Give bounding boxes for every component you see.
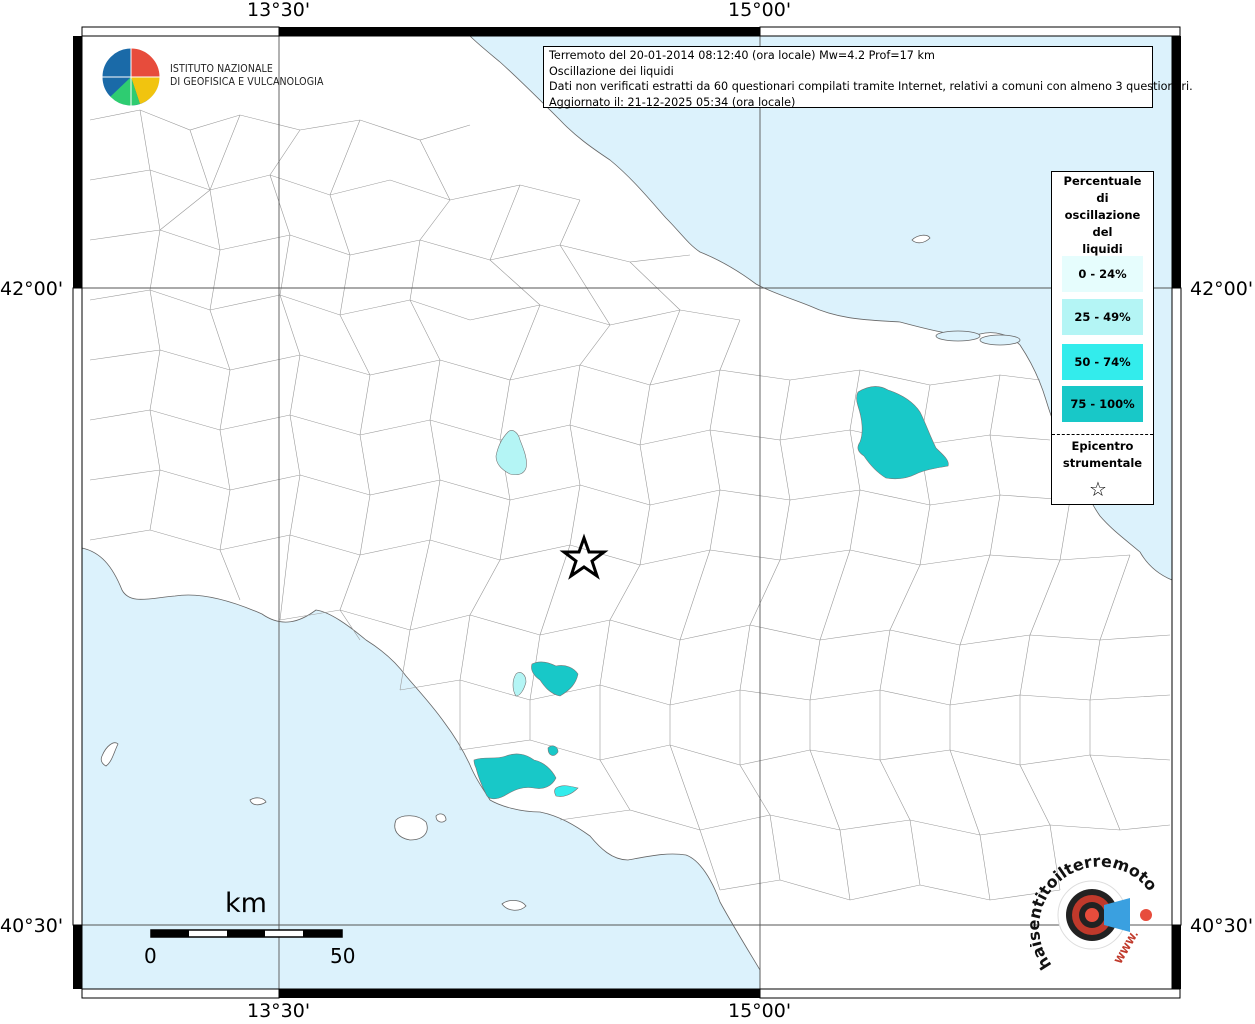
legend-title-line: del bbox=[1092, 225, 1113, 239]
haisentito-logo: haisentitoilterremoto.it WWW. bbox=[1030, 850, 1161, 973]
latitude-label: 40°30' bbox=[1190, 915, 1254, 937]
haisentito-www: WWW. bbox=[1114, 929, 1142, 966]
longitude-label: 15°00' bbox=[728, 0, 792, 21]
update-timestamp: Aggiornato il: 21-12-2025 05:34 (ora loc… bbox=[549, 95, 796, 109]
haisentito-text: haisentitoilterremoto.it bbox=[1030, 850, 1161, 973]
ingv-globe-icon bbox=[101, 47, 161, 107]
legend: Percentuale di oscillazione del liquidi … bbox=[1051, 171, 1154, 505]
municipality-class-75-100 bbox=[547, 745, 559, 756]
longitude-label: 15°00' bbox=[728, 1000, 792, 1022]
legend-title-line: oscillazione bbox=[1064, 208, 1141, 222]
ingv-line2: DI GEOFISICA E VULCANOLOGIA bbox=[170, 76, 324, 88]
legend-class-50-74: 50 - 74% bbox=[1062, 344, 1143, 380]
legend-title-line: di bbox=[1096, 191, 1109, 205]
scale-max: 50 bbox=[330, 944, 356, 968]
scale-bar bbox=[150, 929, 343, 938]
legend-epicenter-line2: strumentale bbox=[1062, 456, 1143, 470]
island-procida bbox=[435, 813, 447, 823]
latitude-label: 42°00' bbox=[0, 278, 64, 300]
legend-epicenter-label: Epicentro strumentale bbox=[1052, 438, 1153, 472]
legend-class-0-24: 0 - 24% bbox=[1062, 256, 1143, 292]
legend-class-75-100: 75 - 100% bbox=[1062, 386, 1143, 422]
event-title: Terremoto del 20-01-2014 08:12:40 (ora l… bbox=[549, 49, 935, 62]
event-info-box: Terremoto del 20-01-2014 08:12:40 (ora l… bbox=[543, 46, 1193, 109]
legend-class-25-49: 25 - 49% bbox=[1062, 299, 1143, 335]
legend-separator bbox=[1052, 434, 1153, 435]
legend-title-line: Percentuale bbox=[1063, 174, 1142, 188]
longitude-label: 13°30' bbox=[247, 0, 311, 21]
data-note: Dati non verificati estratti da 60 quest… bbox=[549, 80, 1193, 93]
map-parameter: Oscillazione dei liquidi bbox=[549, 64, 674, 78]
scale-unit: km bbox=[225, 888, 267, 919]
legend-epicenter-line1: Epicentro bbox=[1071, 439, 1134, 453]
longitude-label: 13°30' bbox=[247, 1000, 311, 1022]
lagoon bbox=[935, 330, 981, 342]
latitude-label: 40°30' bbox=[0, 915, 64, 937]
legend-title: Percentuale di oscillazione del liquidi bbox=[1052, 173, 1153, 258]
scale-min: 0 bbox=[144, 944, 157, 968]
svg-text:haisentitoilterremoto.it: haisentitoilterremoto.it bbox=[1030, 850, 1161, 973]
ingv-line1: ISTITUTO NAZIONALE bbox=[170, 63, 273, 75]
lagoon bbox=[979, 334, 1021, 346]
latitude-label: 42°00' bbox=[1190, 278, 1254, 300]
star-icon: ☆ bbox=[1089, 477, 1107, 501]
ingv-logo-text: ISTITUTO NAZIONALE DI GEOFISICA E VULCAN… bbox=[170, 63, 324, 89]
